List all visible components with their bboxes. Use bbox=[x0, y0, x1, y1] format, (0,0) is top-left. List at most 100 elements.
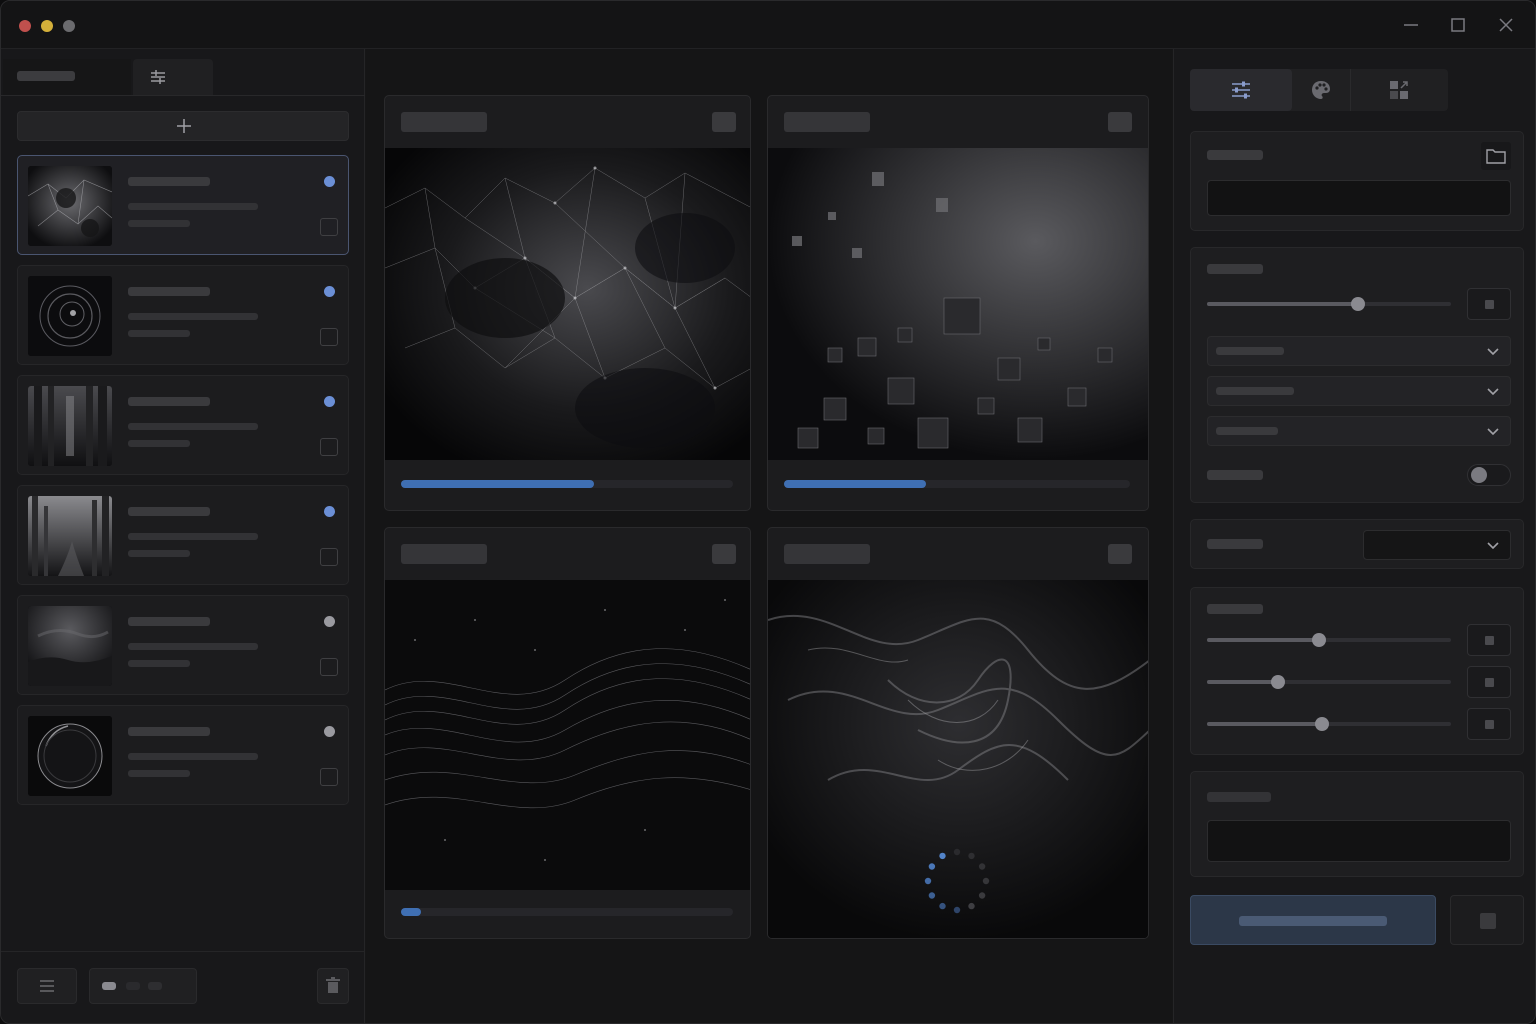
item-checkbox[interactable] bbox=[320, 438, 338, 456]
slider-main[interactable] bbox=[1207, 297, 1451, 311]
render-card[interactable] bbox=[384, 527, 751, 939]
thumbnail-forest-corridor bbox=[28, 386, 112, 466]
menu-icon bbox=[40, 980, 54, 992]
queue-item[interactable] bbox=[17, 155, 349, 255]
select-dropdown-3[interactable] bbox=[1207, 416, 1511, 446]
thumbnail-vortex bbox=[28, 276, 112, 356]
render-button[interactable] bbox=[1190, 895, 1436, 945]
card-header bbox=[768, 96, 1148, 148]
render-card[interactable] bbox=[767, 527, 1149, 939]
item-line-placeholder bbox=[128, 533, 258, 540]
minimize-dot[interactable] bbox=[41, 20, 53, 32]
section-label-placeholder bbox=[1207, 539, 1263, 549]
tab-settings[interactable] bbox=[1190, 69, 1292, 111]
queue-item[interactable] bbox=[17, 375, 349, 475]
stop-button[interactable] bbox=[1450, 895, 1524, 945]
close-icon[interactable] bbox=[1494, 13, 1518, 37]
card-menu-button[interactable] bbox=[712, 112, 736, 132]
view-toggle[interactable] bbox=[89, 968, 197, 1004]
status-dot bbox=[324, 726, 335, 737]
add-item-button[interactable] bbox=[17, 111, 349, 141]
slider-a[interactable] bbox=[1207, 633, 1451, 647]
tab-palette[interactable] bbox=[1292, 69, 1350, 111]
mode-select[interactable] bbox=[1363, 530, 1511, 560]
maximize-icon[interactable] bbox=[1446, 13, 1470, 37]
chevron-down-icon bbox=[1487, 348, 1499, 356]
parameters-section bbox=[1190, 247, 1524, 503]
card-menu-button[interactable] bbox=[1108, 544, 1132, 564]
select-value-placeholder bbox=[1216, 347, 1284, 355]
button-label-placeholder bbox=[1239, 916, 1387, 926]
slider-b[interactable] bbox=[1207, 675, 1451, 689]
menu-button[interactable] bbox=[17, 968, 77, 1004]
render-preview-cubes bbox=[768, 148, 1148, 460]
select-dropdown-1[interactable] bbox=[1207, 336, 1511, 366]
close-dot[interactable] bbox=[19, 20, 31, 32]
slider-handle[interactable] bbox=[1312, 633, 1327, 647]
slider-value-box[interactable] bbox=[1467, 624, 1511, 656]
queue-item[interactable] bbox=[17, 485, 349, 585]
select-value-placeholder bbox=[1216, 427, 1278, 435]
panel-tabs bbox=[1190, 69, 1448, 111]
chevron-down-icon bbox=[1487, 542, 1499, 550]
item-checkbox[interactable] bbox=[320, 658, 338, 676]
item-title-placeholder bbox=[128, 177, 210, 186]
tab-divider bbox=[1, 95, 365, 96]
folder-button[interactable] bbox=[1481, 142, 1511, 170]
card-title-placeholder bbox=[401, 544, 487, 564]
card-header bbox=[385, 528, 750, 580]
item-line-placeholder bbox=[128, 753, 258, 760]
slider-handle[interactable] bbox=[1351, 297, 1366, 311]
status-dot bbox=[324, 506, 335, 517]
item-line-placeholder bbox=[128, 313, 258, 320]
folder-icon bbox=[1486, 149, 1506, 164]
queue-item[interactable] bbox=[17, 595, 349, 695]
item-checkbox[interactable] bbox=[320, 328, 338, 346]
status-dot bbox=[324, 176, 335, 187]
tab-queue[interactable] bbox=[3, 59, 131, 95]
sidebar-footer bbox=[1, 951, 365, 1023]
notes-section bbox=[1190, 771, 1524, 877]
zoom-dot[interactable] bbox=[63, 20, 75, 32]
tab-label-placeholder bbox=[17, 71, 75, 81]
item-title-placeholder bbox=[128, 617, 210, 626]
select-value-placeholder bbox=[1216, 387, 1294, 395]
slider-value-box[interactable] bbox=[1467, 708, 1511, 740]
sliders-icon bbox=[151, 70, 165, 84]
slider-value-box[interactable] bbox=[1467, 666, 1511, 698]
tab-layout[interactable] bbox=[1350, 69, 1446, 111]
slider-c[interactable] bbox=[1207, 717, 1451, 731]
queue-item[interactable] bbox=[17, 265, 349, 365]
render-card[interactable] bbox=[767, 95, 1149, 511]
queue-sidebar bbox=[1, 49, 365, 1023]
card-menu-button[interactable] bbox=[1108, 112, 1132, 132]
tab-adjust[interactable] bbox=[133, 59, 213, 95]
minimize-icon[interactable] bbox=[1399, 13, 1423, 37]
delete-button[interactable] bbox=[317, 968, 349, 1004]
item-line-placeholder bbox=[128, 660, 190, 667]
queue-item[interactable] bbox=[17, 705, 349, 805]
status-dot bbox=[324, 286, 335, 297]
item-checkbox[interactable] bbox=[320, 768, 338, 786]
view-option bbox=[126, 982, 140, 990]
item-line-placeholder bbox=[128, 550, 190, 557]
slider-value-box[interactable] bbox=[1467, 288, 1511, 320]
card-menu-button[interactable] bbox=[712, 544, 736, 564]
render-preview-waves bbox=[385, 580, 750, 890]
title-bar bbox=[1, 1, 1535, 49]
trash-icon bbox=[326, 977, 340, 993]
slider-handle[interactable] bbox=[1314, 717, 1329, 731]
render-progress-fill bbox=[784, 480, 926, 488]
render-progress-bar bbox=[401, 480, 733, 488]
render-card[interactable] bbox=[384, 95, 751, 511]
output-path-input[interactable] bbox=[1207, 180, 1511, 216]
select-dropdown-2[interactable] bbox=[1207, 376, 1511, 406]
notes-input[interactable] bbox=[1207, 820, 1511, 862]
slider-fill bbox=[1207, 302, 1359, 306]
item-checkbox[interactable] bbox=[320, 218, 338, 236]
toggle-switch[interactable] bbox=[1467, 464, 1511, 486]
slider-handle[interactable] bbox=[1270, 675, 1285, 689]
item-checkbox[interactable] bbox=[320, 548, 338, 566]
render-progress-bar bbox=[784, 480, 1130, 488]
chevron-down-icon bbox=[1487, 388, 1499, 396]
